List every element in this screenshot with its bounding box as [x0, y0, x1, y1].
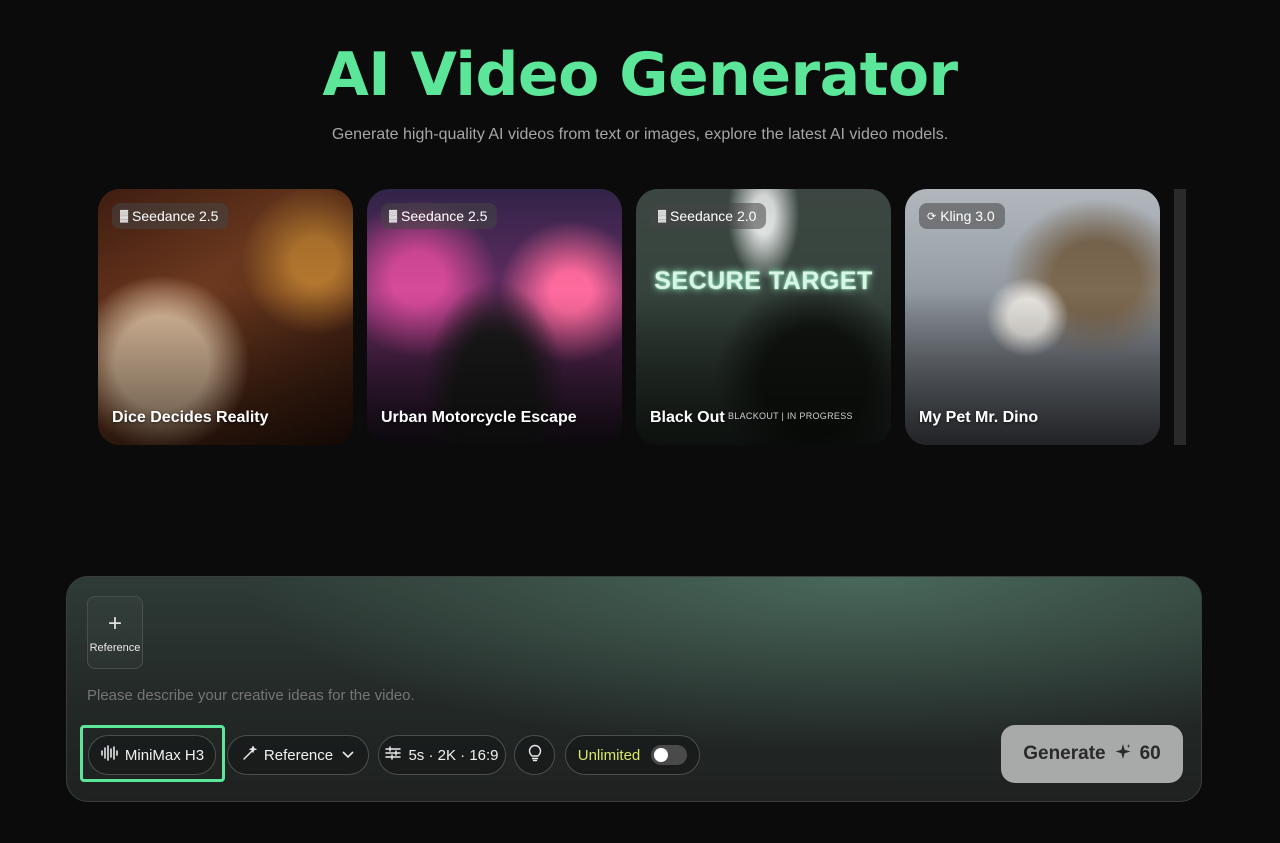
model-badge: ▓ Seedance 2.5: [381, 203, 498, 229]
idea-button[interactable]: [514, 735, 555, 775]
bars-icon: ▓: [120, 210, 129, 222]
page: AI Video Generator Generate high-quality…: [0, 0, 1280, 843]
waveform-icon: [100, 745, 118, 765]
plus-icon: +: [107, 609, 122, 637]
model-badge: ▓ Seedance 2.0: [650, 203, 767, 229]
sliders-icon: [385, 746, 402, 764]
showcase-card-partial[interactable]: [1174, 189, 1186, 445]
video-settings-label: 5s · 2K · 16:9: [408, 746, 499, 764]
bars-icon: ▓: [658, 210, 667, 222]
card-overlay-text: SECURE TARGET: [654, 267, 873, 295]
model-label: MiniMax H3: [124, 746, 205, 764]
card-title: Urban Motorcycle Escape: [381, 409, 577, 426]
unlimited-toggle[interactable]: [651, 745, 688, 765]
card-caption: BLACKOUT | IN PROGRESS: [728, 411, 853, 421]
bars-icon: ▓: [389, 210, 398, 222]
sparkle-icon: [1114, 743, 1132, 766]
generator-panel: + Reference MiniMax H3 Reference: [66, 576, 1202, 802]
showcase-card[interactable]: ▓ Seedance 2.5 Urban Motorcycle Escape: [367, 189, 622, 445]
model-badge: ▓ Seedance 2.5: [112, 203, 229, 229]
chevron-down-icon: [342, 748, 354, 762]
generate-button[interactable]: Generate 60: [1001, 725, 1183, 783]
showcase-card[interactable]: ⟳ Kling 3.0 My Pet Mr. Dino: [905, 189, 1160, 445]
showcase-carousel: ▓ Seedance 2.5 Dice Decides Reality ▓ Se…: [98, 189, 1186, 445]
page-title: AI Video Generator: [322, 40, 958, 110]
toggle-knob: [654, 748, 669, 762]
card-title: My Pet Mr. Dino: [919, 409, 1039, 426]
model-badge-label: Seedance 2.0: [670, 208, 757, 224]
showcase-card[interactable]: SECURE TARGET ▓ Seedance 2.0 Black Out B…: [636, 189, 891, 445]
model-badge-label: Kling 3.0: [940, 208, 995, 224]
add-reference-button[interactable]: + Reference: [87, 596, 143, 669]
page-subtitle: Generate high-quality AI videos from tex…: [331, 126, 949, 143]
magic-wand-icon: [242, 744, 258, 765]
lightbulb-icon: [528, 744, 542, 766]
model-badge: ⟳ Kling 3.0: [919, 203, 1005, 229]
generate-cost: 60: [1139, 743, 1161, 764]
mode-label: Reference: [263, 746, 334, 764]
card-title: Black Out: [650, 409, 725, 426]
card-title: Dice Decides Reality: [112, 409, 269, 426]
prompt-input[interactable]: [87, 687, 987, 704]
model-selector[interactable]: MiniMax H3: [88, 735, 216, 775]
mode-dropdown[interactable]: Reference: [227, 735, 369, 775]
generate-label: Generate: [1023, 743, 1106, 764]
model-badge-label: Seedance 2.5: [401, 208, 488, 224]
model-badge-label: Seedance 2.5: [132, 208, 219, 224]
video-settings-button[interactable]: 5s · 2K · 16:9: [378, 735, 506, 775]
reference-label: Reference: [89, 641, 141, 654]
kling-icon: ⟳: [927, 210, 937, 223]
showcase-card[interactable]: ▓ Seedance 2.5 Dice Decides Reality: [98, 189, 353, 445]
unlimited-toggle-pill[interactable]: Unlimited: [565, 735, 700, 775]
unlimited-label: Unlimited: [577, 746, 641, 764]
